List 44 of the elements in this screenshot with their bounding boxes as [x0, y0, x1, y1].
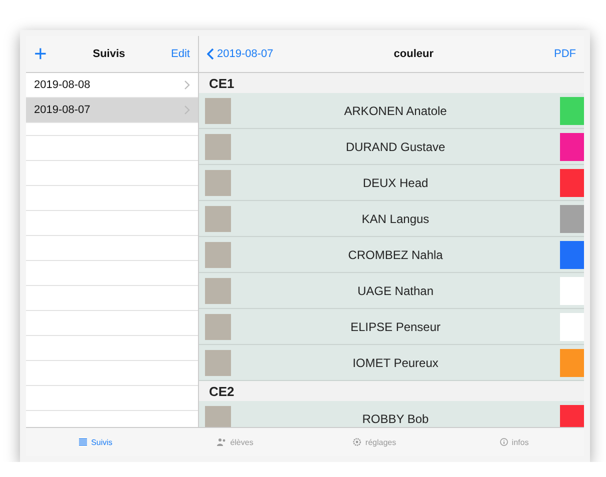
avatar-placeholder	[205, 350, 231, 376]
avatar-placeholder	[205, 98, 231, 124]
back-button[interactable]: 2019-08-07	[207, 48, 274, 60]
back-chevron-icon	[207, 48, 214, 60]
avatar-placeholder	[205, 170, 231, 196]
student-name: ROBBY Bob	[361, 412, 430, 426]
edit-button[interactable]: Edit	[171, 48, 190, 60]
student-name: UAGE Nathan	[356, 284, 435, 298]
student-row[interactable]: KAN Langus	[199, 201, 584, 237]
student-row[interactable]: UAGE Nathan	[199, 273, 584, 309]
student-row[interactable]: ROBBY Bob	[199, 401, 584, 427]
student-name: ARKONEN Anatole	[343, 104, 448, 118]
add-button[interactable]: +	[34, 41, 47, 67]
chevron-icon	[184, 80, 190, 90]
chevron-icon	[184, 105, 190, 115]
avatar-placeholder	[205, 206, 231, 232]
student-name: DEUX Head	[362, 176, 430, 190]
people-icon	[217, 438, 226, 446]
student-name: DURAND Gustave	[344, 140, 446, 154]
student-row[interactable]: ELIPSE Penseur	[199, 309, 584, 345]
student-row[interactable]: ARKONEN Anatole	[199, 93, 584, 129]
date-label: 2019-08-07	[34, 104, 90, 116]
student-row[interactable]: IOMET Peureux	[199, 345, 584, 381]
avatar-placeholder	[205, 134, 231, 160]
list-icon	[79, 438, 88, 446]
avatar-placeholder	[205, 406, 231, 427]
gear-icon	[353, 438, 362, 446]
avatar-placeholder	[205, 242, 231, 268]
student-name: IOMET Peureux	[352, 356, 440, 370]
detail-title: couleur	[394, 48, 434, 60]
student-row[interactable]: DURAND Gustave	[199, 129, 584, 165]
student-row[interactable]: CROMBEZ Nahla	[199, 237, 584, 273]
student-row[interactable]: DEUX Head	[199, 165, 584, 201]
student-name: CROMBEZ Nahla	[347, 248, 444, 262]
student-name: ELIPSE Penseur	[349, 320, 442, 334]
avatar-placeholder	[205, 278, 231, 304]
avatar-placeholder	[205, 314, 231, 340]
student-name: KAN Langus	[360, 212, 430, 226]
pdf-button[interactable]: PDF	[554, 48, 576, 60]
sidebar-title: Suivis	[92, 48, 126, 60]
info-icon	[500, 438, 508, 446]
tab-button[interactable]: Suivis	[26, 428, 166, 456]
date-label: 2019-08-08	[34, 79, 90, 91]
date-list-item[interactable]: 2019-08-07	[26, 98, 198, 123]
